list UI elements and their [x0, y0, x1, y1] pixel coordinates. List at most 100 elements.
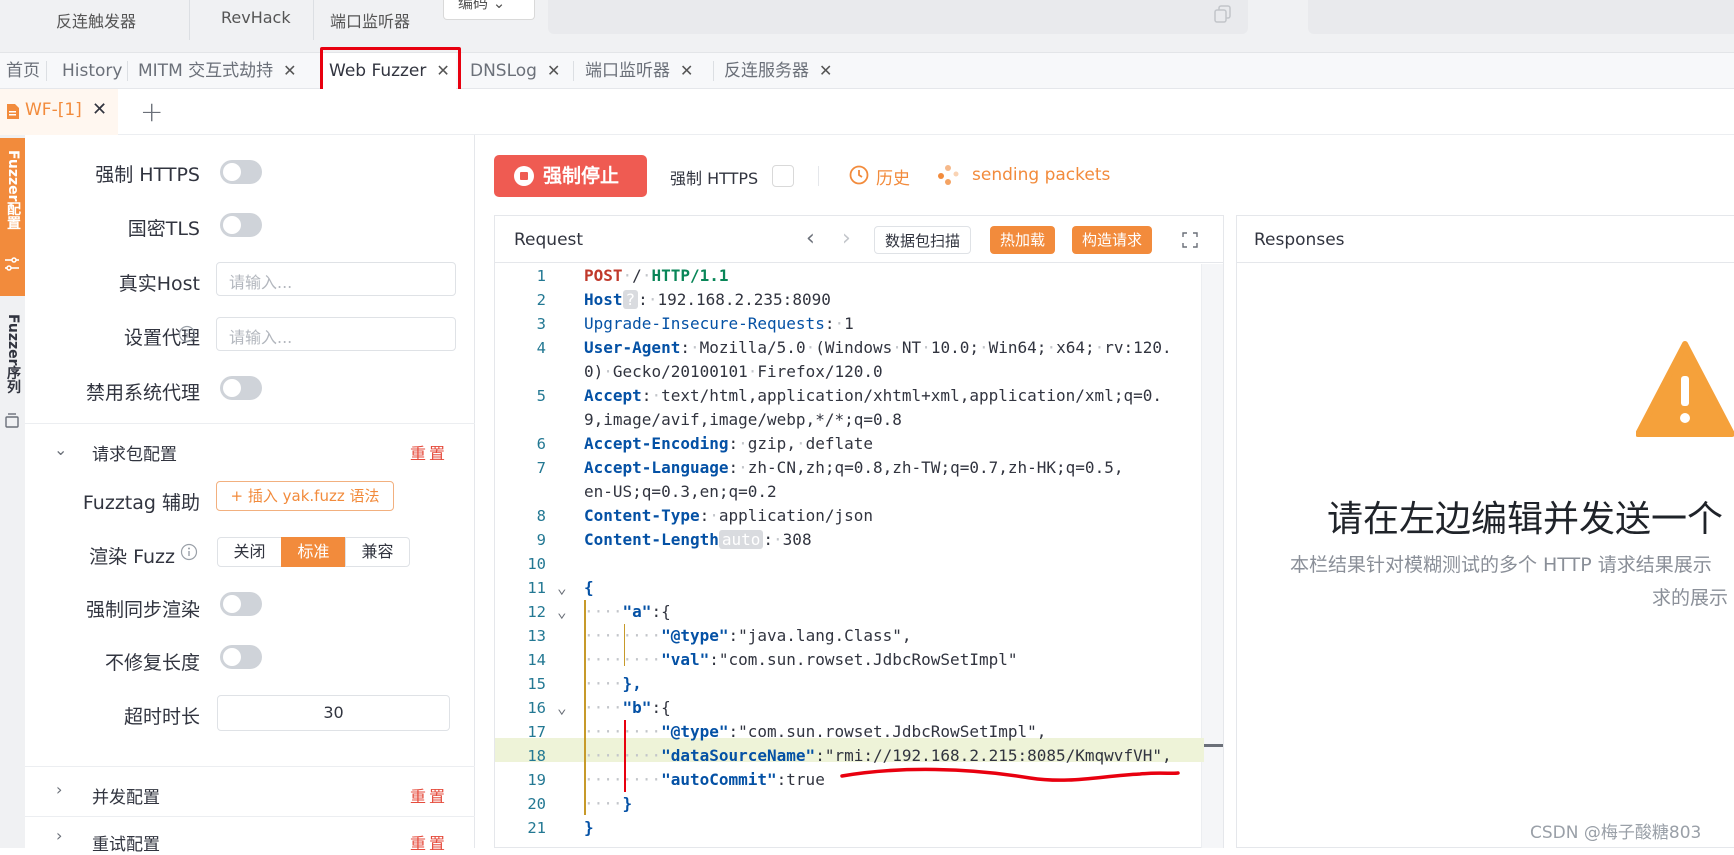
fuzzer-sequence-tab[interactable]: Fuzzer序列	[0, 310, 25, 435]
concurrency-config-title[interactable]: 并发配置	[92, 783, 160, 808]
code-line: Accept:·text/html,application/xhtml+xml,…	[584, 386, 1162, 405]
tab-dnslog[interactable]: DNSLog ✕	[464, 53, 566, 89]
line-number: 20	[527, 795, 546, 813]
force-stop-label: 强制停止	[543, 165, 620, 187]
request-config-title[interactable]: 请求包配置	[92, 440, 177, 465]
render-fuzz-label: 渲染 Fuzz	[89, 546, 175, 568]
chevron-left-icon[interactable]: ‹	[806, 226, 815, 251]
force-https-checkbox[interactable]	[772, 165, 794, 187]
info-icon[interactable]	[178, 325, 196, 343]
reset-button[interactable]: 重置	[410, 783, 448, 807]
subtab-wf1[interactable]: WF-[1] ✕	[0, 89, 118, 135]
no-fix-length-switch[interactable]	[220, 645, 262, 669]
hot-load-button[interactable]: 热加载	[990, 226, 1056, 254]
chevron-down-icon[interactable]: ⌄	[54, 440, 67, 459]
request-editor[interactable]: 1 POST·/·HTTP/1.1 2 Host?:·192.168.2.235:8…	[494, 264, 1204, 848]
construct-request-button[interactable]: 构造请求	[1072, 226, 1153, 254]
annotation-underline	[840, 767, 1180, 782]
close-icon[interactable]: ✕	[819, 61, 832, 80]
force-https-toggle-label: 强制 HTTPS	[670, 169, 759, 188]
code-line: }	[584, 818, 594, 837]
port-listener-link[interactable]: 端口监听器	[330, 8, 410, 32]
empty-description-2: 求的展示	[1652, 587, 1729, 609]
code-line: {	[584, 578, 594, 597]
sending-status: sending packets	[972, 165, 1111, 185]
add-tab-button[interactable]: +	[140, 95, 163, 128]
fullscreen-icon[interactable]	[1182, 232, 1198, 248]
render-fuzz-segmented: 关闭 标准 兼容	[217, 537, 413, 567]
gm-tls-switch[interactable]	[220, 213, 262, 237]
editor-scrollbar[interactable]	[1201, 264, 1223, 848]
tab-reverse-server[interactable]: 反连服务器 ✕	[718, 53, 838, 89]
revhack-link[interactable]: RevHack	[221, 8, 291, 27]
fold-icon[interactable]: ⌄	[557, 696, 567, 720]
info-icon[interactable]	[180, 543, 198, 561]
timeout-input[interactable]: 30	[217, 695, 450, 731]
fuzztag-label: Fuzztag 辅助	[82, 492, 200, 514]
bracket-guide	[584, 600, 586, 815]
retry-config-title[interactable]: 重试配置	[92, 830, 160, 855]
encode-select-value: 编码	[458, 0, 489, 12]
force-https-switch[interactable]	[220, 160, 262, 184]
chevron-right-icon[interactable]: ›	[56, 826, 62, 845]
no-fix-length-label: 不修复长度	[104, 652, 200, 674]
tab-port-listener[interactable]: 端口监听器 ✕	[579, 53, 699, 89]
code-line: User-Agent:·Mozilla/5.0·(Windows·NT·10.0…	[584, 338, 1172, 357]
line-number: 17	[527, 723, 546, 741]
code-line: ········"@type":"com.sun.rowset.JdbcRowS…	[584, 722, 1047, 741]
close-icon[interactable]: ✕	[547, 61, 560, 80]
divider	[25, 816, 475, 817]
render-standard-option[interactable]: 标准	[281, 537, 346, 567]
line-number: 1	[536, 267, 546, 285]
reset-button[interactable]: 重置	[410, 830, 448, 854]
code-line: Content-Length auto:·308	[584, 530, 812, 549]
line-number: 13	[527, 627, 546, 645]
fold-icon[interactable]: ⌄	[557, 600, 567, 624]
render-off-option[interactable]: 关闭	[217, 537, 282, 567]
render-compat-option[interactable]: 兼容	[345, 537, 410, 567]
line-number: 2	[536, 291, 546, 309]
tab-label: 端口监听器	[585, 61, 670, 81]
bracket-guide	[624, 624, 625, 666]
tab-history[interactable]: History	[56, 53, 128, 89]
code-line: en-US;q=0.3,en;q=0.2	[584, 482, 777, 501]
line-number: 11	[527, 579, 546, 597]
sliders-icon	[5, 257, 19, 271]
close-icon[interactable]: ✕	[92, 99, 107, 120]
copy-icon[interactable]	[1214, 5, 1232, 23]
divider	[818, 166, 819, 186]
disable-sys-proxy-switch[interactable]	[220, 376, 262, 400]
line-number: 12	[527, 603, 546, 621]
divider	[573, 61, 574, 81]
history-button[interactable]: 历史	[876, 164, 910, 189]
tab-mitm[interactable]: MITM 交互式劫持 ✕	[132, 53, 303, 89]
chevron-right-icon[interactable]: ›	[842, 226, 851, 251]
watermark: CSDN @梅子酸糖803	[1530, 823, 1702, 843]
close-icon[interactable]: ✕	[283, 61, 296, 80]
line-number: 5	[536, 387, 546, 405]
proxy-input[interactable]: 请输入...	[216, 317, 456, 351]
force-sync-label: 强制同步渲染	[85, 599, 200, 621]
fold-icon[interactable]: ⌄	[557, 576, 567, 600]
close-icon[interactable]: ✕	[680, 61, 693, 80]
force-https-label: 强制 HTTPS	[95, 164, 200, 186]
packet-scan-button[interactable]: 数据包扫描	[874, 226, 972, 254]
chevron-right-icon[interactable]: ›	[56, 780, 62, 799]
code-line: ····"b":{	[584, 698, 671, 717]
encode-select[interactable]: 编码 ⌄	[443, 0, 535, 20]
input-area[interactable]	[548, 0, 1248, 34]
tab-label: 反连服务器	[724, 61, 809, 81]
code-line: Host?:·192.168.2.235:8090	[584, 290, 831, 309]
tab-home[interactable]: 首页	[0, 53, 46, 89]
fuzzer-config-label: Fuzzer配置	[5, 150, 21, 230]
reverse-trigger-link[interactable]: 反连触发器	[56, 8, 136, 32]
line-number: 14	[527, 651, 546, 669]
line-number: 3	[536, 315, 546, 333]
divider	[713, 61, 714, 81]
fuzzer-config-tab[interactable]: Fuzzer配置	[0, 138, 25, 296]
reset-button[interactable]: 重置	[410, 440, 448, 464]
force-sync-switch[interactable]	[220, 592, 262, 616]
real-host-input[interactable]: 请输入...	[216, 262, 456, 296]
insert-fuzz-button[interactable]: + 插入 yak.fuzz 语法	[216, 481, 394, 511]
chevron-down-icon: ⌄	[492, 0, 506, 12]
